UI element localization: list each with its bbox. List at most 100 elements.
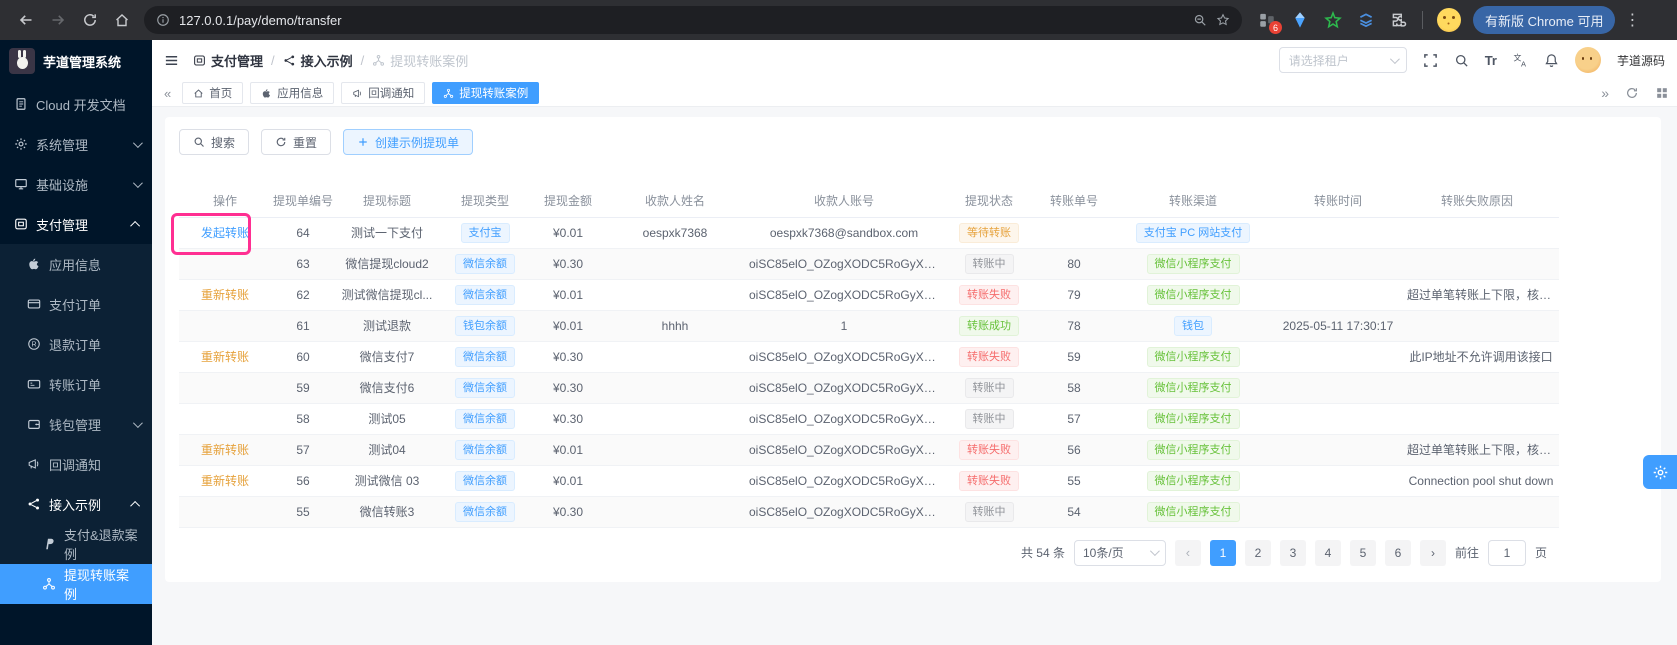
- notification-bell-icon[interactable]: [1544, 53, 1559, 68]
- search-icon[interactable]: [1454, 53, 1469, 68]
- sidebar-item-app-info[interactable]: 应用信息: [0, 244, 152, 284]
- browser-reload-icon[interactable]: [74, 4, 106, 36]
- plus-icon: [357, 136, 369, 148]
- browser-profile-avatar[interactable]: [1437, 8, 1461, 32]
- next-page-button[interactable]: ›: [1420, 540, 1446, 566]
- sidebar-item-transfer-order[interactable]: 转账订单: [0, 364, 152, 404]
- tab-label: 提现转账案例: [459, 85, 528, 101]
- zoom-out-icon[interactable]: [1193, 13, 1207, 27]
- extension-layers-icon[interactable]: [1357, 11, 1375, 29]
- sidebar-item-wallet[interactable]: 钱包管理: [0, 404, 152, 444]
- browser-back-icon[interactable]: [10, 4, 42, 36]
- cell-channel: 微信小程序支付: [1113, 341, 1273, 372]
- cell-amount: ¥0.30: [531, 403, 605, 434]
- status-tag: 转账失败: [959, 471, 1019, 491]
- tenant-select[interactable]: 请选择租户: [1279, 47, 1407, 73]
- withdraw-table: 操作提现单编号提现标题提现类型提现金额收款人姓名收款人账号提现状态转账单号转账渠…: [179, 185, 1559, 528]
- breadcrumb-item[interactable]: 提现转账案例: [372, 51, 468, 70]
- extensions-puzzle-icon[interactable]: [1390, 11, 1408, 29]
- sidebar-item-refund-order[interactable]: R退款订单: [0, 324, 152, 364]
- sidebar-item-withdraw-demo[interactable]: 提现转账案例: [0, 564, 152, 604]
- url-text[interactable]: 127.0.0.1/pay/demo/transfer: [179, 13, 1184, 28]
- cell-action: [179, 403, 271, 434]
- search-button[interactable]: 搜索: [179, 129, 249, 155]
- row-action-link[interactable]: 重新转账: [201, 443, 249, 457]
- sidebar-item-infra[interactable]: 基础设施: [0, 164, 152, 204]
- collapse-sidebar-icon[interactable]: [164, 53, 179, 68]
- status-tag: 微信小程序支付: [1147, 254, 1240, 274]
- page-size-select[interactable]: 10条/页: [1074, 540, 1166, 566]
- user-avatar[interactable]: [1575, 47, 1601, 73]
- goto-page-input[interactable]: [1488, 540, 1526, 566]
- sidebar-item-label: 回调通知: [49, 455, 101, 474]
- sidebar-item-cloud-docs[interactable]: Cloud 开发文档: [0, 84, 152, 124]
- cell-fail-reason: 超过单笔转账上下限，核实产...: [1403, 279, 1559, 310]
- column-header: 转账渠道: [1113, 185, 1273, 217]
- browser-home-icon[interactable]: [106, 4, 138, 36]
- goto-label: 前往: [1455, 544, 1479, 561]
- page-button-6[interactable]: 6: [1385, 540, 1411, 566]
- table-row: 55微信转账3微信余额¥0.30oiSC85elO_OZogXODC5RoGyX…: [179, 496, 1559, 527]
- cell-status: 转账中: [943, 248, 1035, 279]
- refresh-page-icon[interactable]: [1625, 86, 1639, 100]
- page-button-1[interactable]: 1: [1210, 540, 1236, 566]
- cell-payee-name: [605, 496, 745, 527]
- tab-应用信息[interactable]: 应用信息: [250, 82, 334, 104]
- page-button-5[interactable]: 5: [1350, 540, 1376, 566]
- address-bar[interactable]: 127.0.0.1/pay/demo/transfer: [144, 6, 1242, 34]
- cell-transfer-time: [1273, 217, 1403, 248]
- app-logo[interactable]: 芋道管理系统: [0, 40, 152, 82]
- row-action-link[interactable]: 重新转账: [201, 350, 249, 364]
- cell-title: 测试一下支付: [335, 217, 439, 248]
- sidebar-item-payment[interactable]: 支付管理: [0, 204, 152, 244]
- tab-提现转账案例[interactable]: 提现转账案例: [432, 82, 539, 104]
- status-tag: 微信小程序支付: [1147, 502, 1240, 522]
- font-size-icon[interactable]: Tr: [1485, 53, 1497, 68]
- site-info-icon[interactable]: [156, 13, 170, 27]
- sidebar-item-label: 系统管理: [36, 135, 88, 154]
- row-action-link[interactable]: 重新转账: [201, 288, 249, 302]
- chevron-down-icon: [133, 178, 143, 188]
- page-button-3[interactable]: 3: [1280, 540, 1306, 566]
- page-button-2[interactable]: 2: [1245, 540, 1271, 566]
- sidebar-item-pay-refund-demo[interactable]: 支付&退款案例: [0, 524, 152, 564]
- page-tabs-bar: « 首页应用信息回调通知 提现转账案例 »: [152, 80, 1677, 107]
- tab-首页[interactable]: 首页: [182, 82, 243, 104]
- row-action-link[interactable]: 发起转账: [201, 226, 249, 240]
- cell-amount: ¥0.30: [531, 496, 605, 527]
- reset-button[interactable]: 重置: [261, 129, 331, 155]
- tab-回调通知[interactable]: 回调通知: [341, 82, 425, 104]
- sidebar-item-pay-order[interactable]: 支付订单: [0, 284, 152, 324]
- create-withdraw-button[interactable]: 创建示例提现单: [343, 129, 473, 155]
- browser-forward-icon[interactable]: [42, 4, 74, 36]
- prev-page-button[interactable]: ‹: [1175, 540, 1201, 566]
- extension-green-star-icon[interactable]: [1324, 11, 1342, 29]
- theme-settings-button[interactable]: [1643, 455, 1677, 489]
- breadcrumb: 支付管理/接入示例/提现转账案例: [193, 51, 468, 70]
- sidebar-item-system[interactable]: 系统管理: [0, 124, 152, 164]
- fullscreen-icon[interactable]: [1423, 53, 1438, 68]
- cell-channel: 微信小程序支付: [1113, 279, 1273, 310]
- extension-sidebar-icon[interactable]: 6: [1258, 11, 1276, 29]
- sidebar-item-demo[interactable]: 接入示例: [0, 484, 152, 524]
- page-button-4[interactable]: 4: [1315, 540, 1341, 566]
- layout-grid-icon[interactable]: [1655, 86, 1669, 100]
- breadcrumb-item[interactable]: 支付管理: [193, 51, 263, 70]
- bookmark-star-icon[interactable]: [1216, 13, 1230, 27]
- chrome-update-button[interactable]: 有新版 Chrome 可用: [1473, 6, 1615, 34]
- breadcrumb-item[interactable]: 接入示例: [283, 51, 353, 70]
- status-tag: 微信余额: [455, 347, 515, 367]
- payment-icon: [193, 54, 206, 67]
- tabs-scroll-left-icon[interactable]: «: [160, 86, 175, 101]
- tabs-scroll-right-icon[interactable]: »: [1601, 85, 1609, 101]
- sidebar-item-callback[interactable]: 回调通知: [0, 444, 152, 484]
- cell-channel: 微信小程序支付: [1113, 496, 1273, 527]
- extension-blue-gem-icon[interactable]: [1291, 11, 1309, 29]
- reset-icon: [275, 136, 287, 148]
- browser-menu-icon[interactable]: ⋮: [1623, 10, 1641, 30]
- status-tag: 转账中: [965, 502, 1014, 522]
- document-icon: [14, 97, 28, 111]
- translate-icon[interactable]: 文A: [1513, 53, 1528, 68]
- row-action-link[interactable]: 重新转账: [201, 474, 249, 488]
- cell-transfer-time: [1273, 403, 1403, 434]
